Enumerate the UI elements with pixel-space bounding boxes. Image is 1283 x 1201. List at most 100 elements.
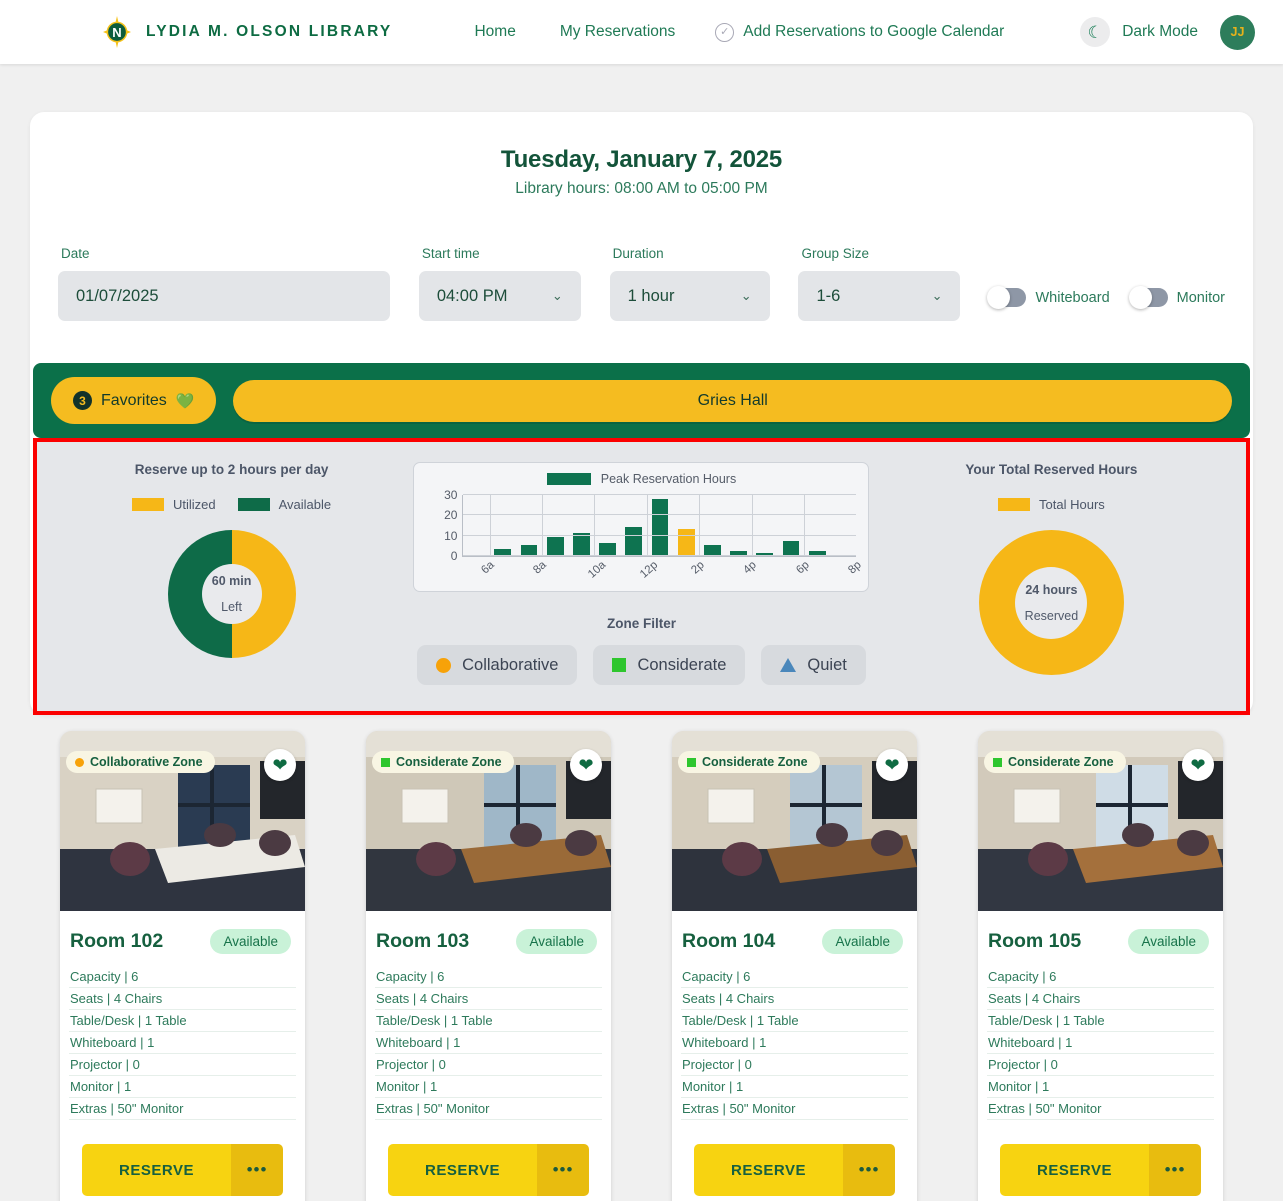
more-options-button[interactable]: ••• [843,1144,895,1196]
duration-select[interactable]: 1 hour ⌄ [609,271,770,321]
more-options-button[interactable]: ••• [1149,1144,1201,1196]
reserve-button[interactable]: RESERVE [388,1144,537,1196]
legend-available: Available [237,497,331,512]
favorite-heart-button[interactable]: ❤ [876,749,908,781]
check-circle-icon: ✓ [715,22,735,42]
chart-bar-slot [568,495,594,556]
square-icon [381,757,390,767]
chart-x-tick-label: 8a [531,559,549,577]
room-name: Room 103 [376,930,470,952]
chart-bar-slot [621,495,647,556]
date-field-group: Date 01/07/2025 [58,246,390,321]
zone-badge-label: Collaborative Zone [90,755,203,769]
amenity-toggles: Whiteboard Monitor [987,286,1225,321]
room-card-actions: RESERVE ••• [60,1120,305,1201]
monitor-toggle[interactable]: Monitor [1128,286,1225,309]
room-spec: Capacity | 6 [375,966,602,988]
dark-mode-toggle[interactable]: ☾ Dark Mode [1080,17,1198,47]
chart-bar-slot [516,495,542,556]
chart-y-tick-label: 30 [444,488,458,502]
room-spec: Projector | 0 [375,1054,602,1076]
add-to-google-calendar-link[interactable]: ✓ Add Reservations to Google Calendar [697,22,1022,42]
zone-filter-considerate-label: Considerate [637,655,727,674]
dark-mode-label: Dark Mode [1122,23,1198,40]
chart-legend-label: Peak Reservation Hours [600,472,737,486]
chart-bar [573,532,590,556]
room-spec: Monitor | 1 [681,1076,908,1098]
reserve-button[interactable]: RESERVE [82,1144,231,1196]
room-spec: Extras | 50" Monitor [375,1098,602,1120]
room-card: Collaborative Zone ❤ Room 102 Available Capa… [60,731,305,1201]
room-spec: Monitor | 1 [375,1076,602,1098]
whiteboard-switch[interactable] [987,286,1027,309]
avatar[interactable]: JJ [1220,14,1255,50]
chart-bar-slot [595,495,621,556]
room-spec: Whiteboard | 1 [987,1032,1214,1054]
legend-total-hours: Total Hours [998,497,1105,512]
monitor-switch[interactable] [1128,286,1168,309]
chart-gridline [699,495,701,556]
chart-bar-slot [647,495,673,556]
total-reserved-value: 24 hours [1025,582,1078,597]
add-to-google-calendar-label: Add Reservations to Google Calendar [743,23,1005,40]
favorites-button[interactable]: 3 Favorites 💚 [51,377,217,424]
start-time-value: 04:00 PM [436,286,508,305]
room-card: Considerate Zone ❤ Room 104 Available Capaci… [672,731,917,1201]
zone-filter-collaborative[interactable]: Collaborative [417,645,578,685]
nav-home[interactable]: Home [452,23,537,41]
room-card-header: Room 102 Available [60,911,305,966]
room-spec: Seats | 4 Chairs [69,988,296,1010]
chart-bar-slot [830,495,856,556]
group-size-value: 1-6 [816,286,841,305]
more-options-button[interactable]: ••• [231,1144,283,1196]
room-spec-list: Capacity | 6 Seats | 4 Chairs Table/Desk |… [978,966,1223,1120]
zone-filter-row: Collaborative Considerate Quiet [417,645,866,685]
daily-limit-sublabel: Left [221,600,242,614]
total-reserved-legend: Total Hours [998,497,1105,512]
moon-glyph: ☾ [1087,22,1103,42]
room-photo-container: Collaborative Zone ❤ [60,731,305,911]
room-spec: Extras | 50" Monitor [681,1098,908,1120]
zone-filter-collaborative-label: Collaborative [462,655,559,674]
group-size-label: Group Size [801,246,870,261]
peak-reservation-hours-chart: Peak Reservation Hours 0 10 20 30 6a 8a 10a 12… [413,462,870,592]
chart-bar-slot [490,495,516,556]
zone-filter-quiet-label: Quiet [807,655,847,674]
heart-icon: 💚 [175,392,195,410]
legend-utilized-label: Utilized [172,497,216,512]
group-size-select[interactable]: 1-6 ⌄ [798,271,961,321]
room-photo-container: Considerate Zone ❤ [366,731,611,911]
chart-bar-slot [463,495,489,556]
room-card-actions: RESERVE ••• [672,1120,917,1201]
zone-filter-quiet[interactable]: Quiet [761,645,866,685]
favorite-heart-button[interactable]: ❤ [570,749,602,781]
favorite-heart-button[interactable]: ❤ [264,749,296,781]
duration-value: 1 hour [627,286,675,305]
start-time-select[interactable]: 04:00 PM ⌄ [418,271,581,321]
status-badge: Available [210,929,291,954]
date-label: Date [61,246,90,261]
gries-hall-button[interactable]: Gries Hall [233,379,1232,422]
nav-my-reservations[interactable]: My Reservations [538,23,697,41]
chart-bar-slot [673,495,699,556]
chart-plot-area: 0 10 20 30 [444,488,857,563]
reserve-button[interactable]: RESERVE [1000,1144,1149,1196]
whiteboard-toggle[interactable]: Whiteboard [987,286,1110,309]
zone-filter-considerate[interactable]: Considerate [593,645,746,685]
brand-logo[interactable]: N LYDIA M. OLSON LIBRARY [100,15,392,49]
daily-limit-donut-center: 60 min Left [201,564,262,624]
triangle-icon [780,658,797,672]
room-spec: Table/Desk | 1 Table [375,1010,602,1032]
room-spec: Table/Desk | 1 Table [987,1010,1214,1032]
room-spec-list: Capacity | 6 Seats | 4 Chairs Table/Desk |… [672,966,917,1120]
room-photo-container: Considerate Zone ❤ [672,731,917,911]
chart-bar [677,528,695,556]
reserve-button[interactable]: RESERVE [694,1144,843,1196]
chart-x-axis-ticks: 6a8a10a12p2p4p6p8p10p [462,557,864,589]
favorite-heart-button[interactable]: ❤ [1182,749,1214,781]
date-input[interactable]: 01/07/2025 [58,271,390,321]
more-options-button[interactable]: ••• [537,1144,589,1196]
heart-icon: ❤ [884,755,900,775]
zone-badge-label: Considerate Zone [1008,755,1114,769]
chevron-down-icon: ⌄ [551,288,563,303]
